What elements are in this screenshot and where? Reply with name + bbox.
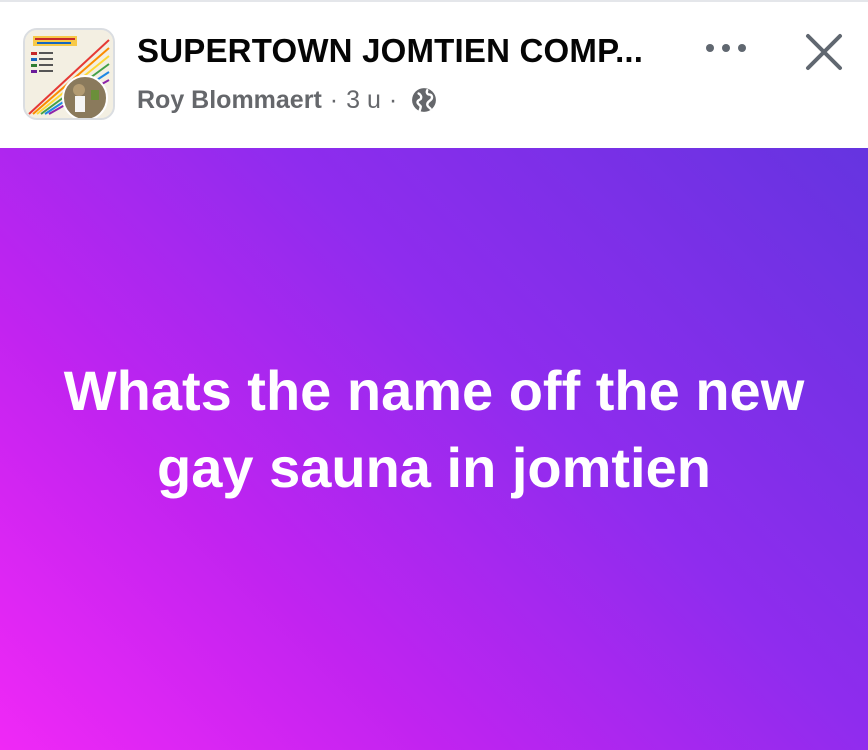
close-icon[interactable] <box>800 28 848 76</box>
globe-icon <box>412 88 437 113</box>
post-time[interactable]: 3 u <box>346 86 381 115</box>
post-background: Whats the name off the new gay sauna in … <box>0 148 868 750</box>
group-avatar[interactable] <box>23 28 115 120</box>
author-name[interactable]: Roy Blommaert <box>137 86 322 115</box>
group-avatar-image <box>25 30 113 118</box>
meta-separator: · <box>329 85 339 114</box>
more-horizontal-icon[interactable] <box>700 32 752 68</box>
meta-separator: · <box>388 85 398 114</box>
post-header: SUPERTOWN JOMTIEN COMP... Roy Blommaert … <box>0 2 868 148</box>
group-name[interactable]: SUPERTOWN JOMTIEN COMP... <box>137 32 643 70</box>
post-meta: Roy Blommaert · 3 u · <box>137 84 437 116</box>
post-text: Whats the name off the new gay sauna in … <box>63 359 805 499</box>
